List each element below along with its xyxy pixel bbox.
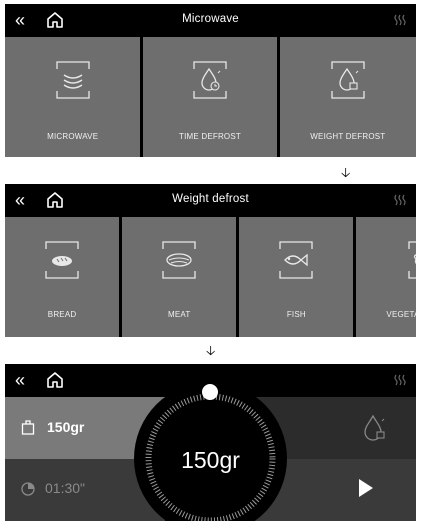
home-icon[interactable] xyxy=(46,371,64,389)
heat-icon xyxy=(394,374,406,386)
drop-clock-icon xyxy=(193,61,227,99)
scale-icon xyxy=(21,420,35,435)
tile-label: MICROWAVE xyxy=(47,132,99,141)
tile-weight-defrost[interactable]: WEIGHT DEFROST xyxy=(279,37,416,157)
meat-icon xyxy=(162,241,196,279)
microwave-screen: « Microwave MICROWAVE TIME DEFROST WEIGH… xyxy=(5,4,416,157)
tile-label: FISH xyxy=(286,310,306,319)
heat-icon xyxy=(394,14,406,26)
tile-vegetables[interactable]: VEGETA xyxy=(356,217,416,337)
drop-weight-icon xyxy=(331,61,365,99)
tile-microwave[interactable]: MICROWAVE xyxy=(5,37,144,157)
tile-label: MEAT xyxy=(167,310,191,319)
tile-bread[interactable]: BREAD xyxy=(5,217,123,337)
tile-meat[interactable]: MEAT xyxy=(122,217,240,337)
vegetable-icon xyxy=(408,241,416,279)
dial-value: 150gr xyxy=(181,447,240,473)
play-icon xyxy=(359,479,373,497)
down-arrow-icon: 🡣 xyxy=(206,343,216,358)
dial-knob[interactable] xyxy=(202,384,218,400)
page-title: Weight defrost xyxy=(172,193,249,205)
heat-icon xyxy=(394,194,406,206)
weight-dial[interactable]: 150gr xyxy=(134,382,287,521)
weight-value: 150gr xyxy=(47,419,85,435)
drop-weight-icon xyxy=(364,414,385,441)
tile-label: WEIGHT DEFROST xyxy=(310,132,386,141)
tile-label: BREAD xyxy=(47,310,77,319)
tile-time-defrost[interactable]: TIME DEFROST xyxy=(143,37,280,157)
food-tiles: BREAD MEAT FISH VEGET xyxy=(5,217,416,337)
weight-setting-screen: « 150gr 01:30" 150gr xyxy=(5,364,416,521)
top-bar: « Weight defrost xyxy=(5,184,416,217)
top-bar: « Microwave xyxy=(5,4,416,37)
bread-icon xyxy=(45,241,79,279)
time-value: 01:30" xyxy=(45,480,86,496)
tile-label: VEGETA xyxy=(386,310,416,319)
clock-icon xyxy=(21,482,35,496)
mode-tiles: MICROWAVE TIME DEFROST WEIGHT DEFROST xyxy=(5,37,416,157)
back-icon[interactable]: « xyxy=(15,370,25,390)
down-arrow-icon: 🡣 xyxy=(341,165,351,180)
microwave-waves-icon xyxy=(56,61,90,99)
weight-defrost-screen: « Weight defrost BREAD MEAT FISH VEGET xyxy=(5,184,416,337)
tile-label: TIME DEFROST xyxy=(179,132,241,141)
page-title: Microwave xyxy=(182,13,239,25)
tile-fish[interactable]: FISH xyxy=(239,217,357,337)
fish-icon xyxy=(279,241,313,279)
